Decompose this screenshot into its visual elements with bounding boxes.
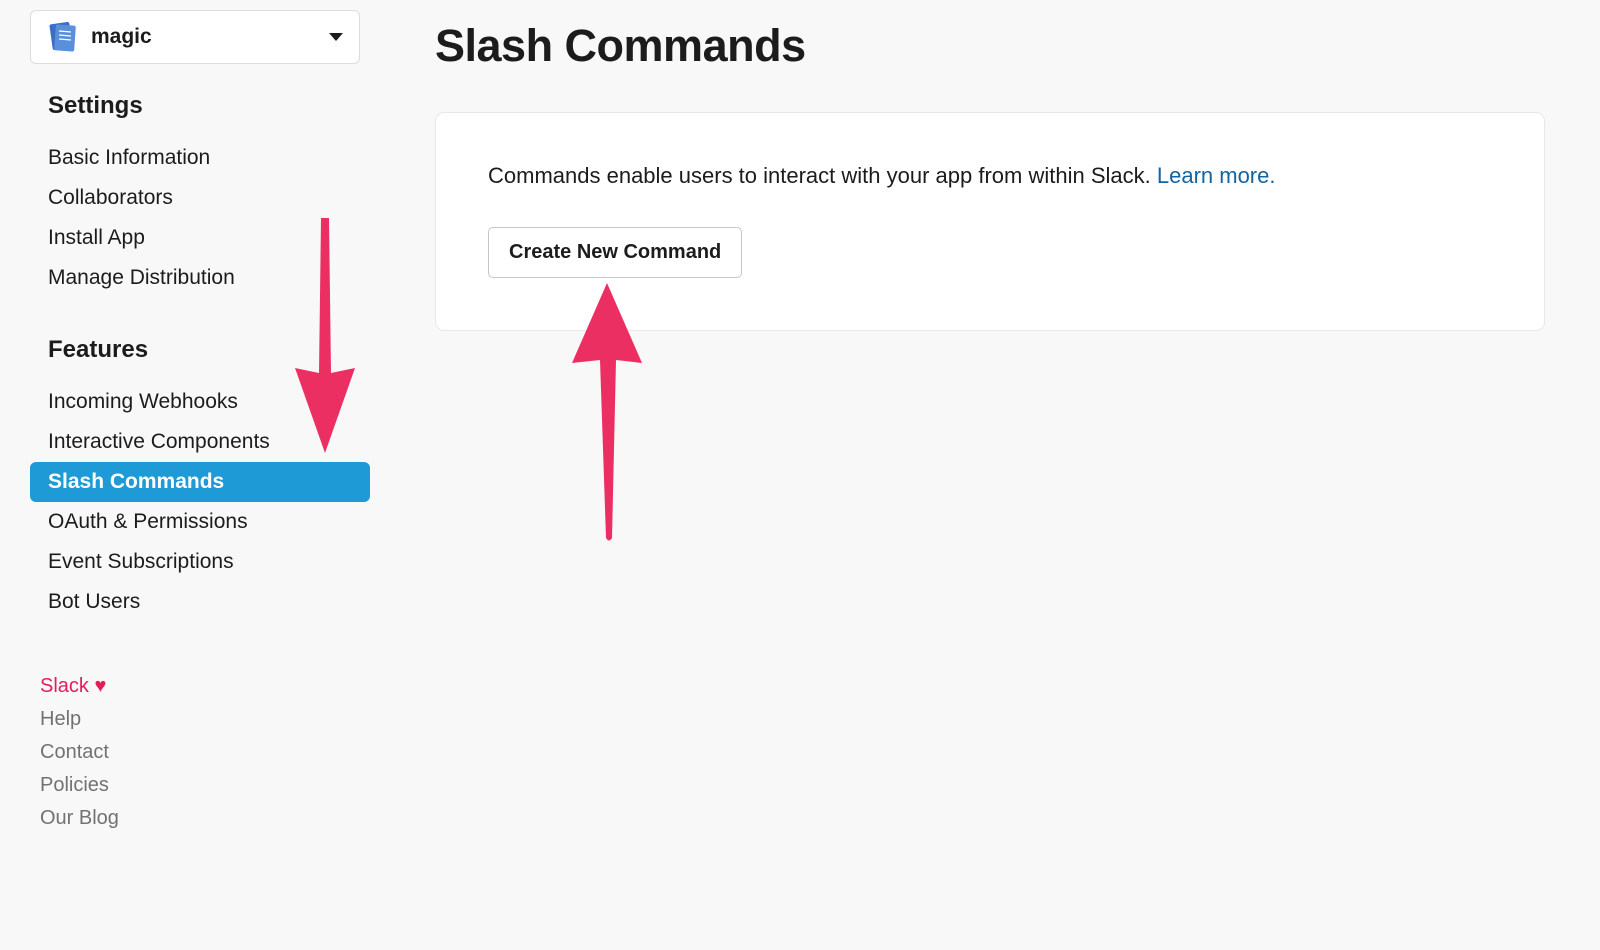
nav-item-slash-commands[interactable]: Slash Commands	[30, 462, 370, 502]
nav-item-incoming-webhooks[interactable]: Incoming Webhooks	[30, 382, 370, 422]
main-content: Slash Commands Commands enable users to …	[370, 10, 1570, 835]
commands-card: Commands enable users to interact with y…	[435, 112, 1545, 331]
footer-link-slack-label: Slack	[40, 675, 89, 697]
sidebar: magic Settings Basic Information Collabo…	[30, 10, 370, 835]
nav-item-event-subscriptions[interactable]: Event Subscriptions	[30, 542, 370, 582]
nav-item-oauth-permissions[interactable]: OAuth & Permissions	[30, 502, 370, 542]
footer-link-contact[interactable]: Contact	[30, 736, 370, 769]
heart-icon: ♥	[94, 675, 106, 697]
nav-item-collaborators[interactable]: Collaborators	[30, 178, 370, 218]
section-header-settings: Settings	[48, 92, 370, 120]
footer-link-help[interactable]: Help	[30, 703, 370, 736]
nav-item-install-app[interactable]: Install App	[30, 218, 370, 258]
app-icon	[47, 21, 79, 53]
footer-link-policies[interactable]: Policies	[30, 769, 370, 802]
section-header-features: Features	[48, 336, 370, 364]
nav-list-features: Incoming Webhooks Interactive Components…	[30, 382, 370, 622]
page-title: Slash Commands	[435, 20, 1570, 72]
nav-item-interactive-components[interactable]: Interactive Components	[30, 422, 370, 462]
nav-list-settings: Basic Information Collaborators Install …	[30, 138, 370, 298]
footer-link-our-blog[interactable]: Our Blog	[30, 802, 370, 835]
app-selector-label: magic	[91, 25, 329, 49]
learn-more-link[interactable]: Learn more.	[1157, 163, 1276, 188]
nav-item-basic-information[interactable]: Basic Information	[30, 138, 370, 178]
footer-link-slack[interactable]: Slack ♥	[30, 670, 370, 703]
chevron-down-icon	[329, 33, 343, 41]
nav-item-manage-distribution[interactable]: Manage Distribution	[30, 258, 370, 298]
card-description: Commands enable users to interact with y…	[488, 163, 1492, 189]
card-description-text: Commands enable users to interact with y…	[488, 163, 1157, 188]
footer-links: Slack ♥ Help Contact Policies Our Blog	[30, 670, 370, 835]
app-selector-dropdown[interactable]: magic	[30, 10, 360, 64]
create-new-command-button[interactable]: Create New Command	[488, 227, 742, 278]
nav-item-bot-users[interactable]: Bot Users	[30, 582, 370, 622]
